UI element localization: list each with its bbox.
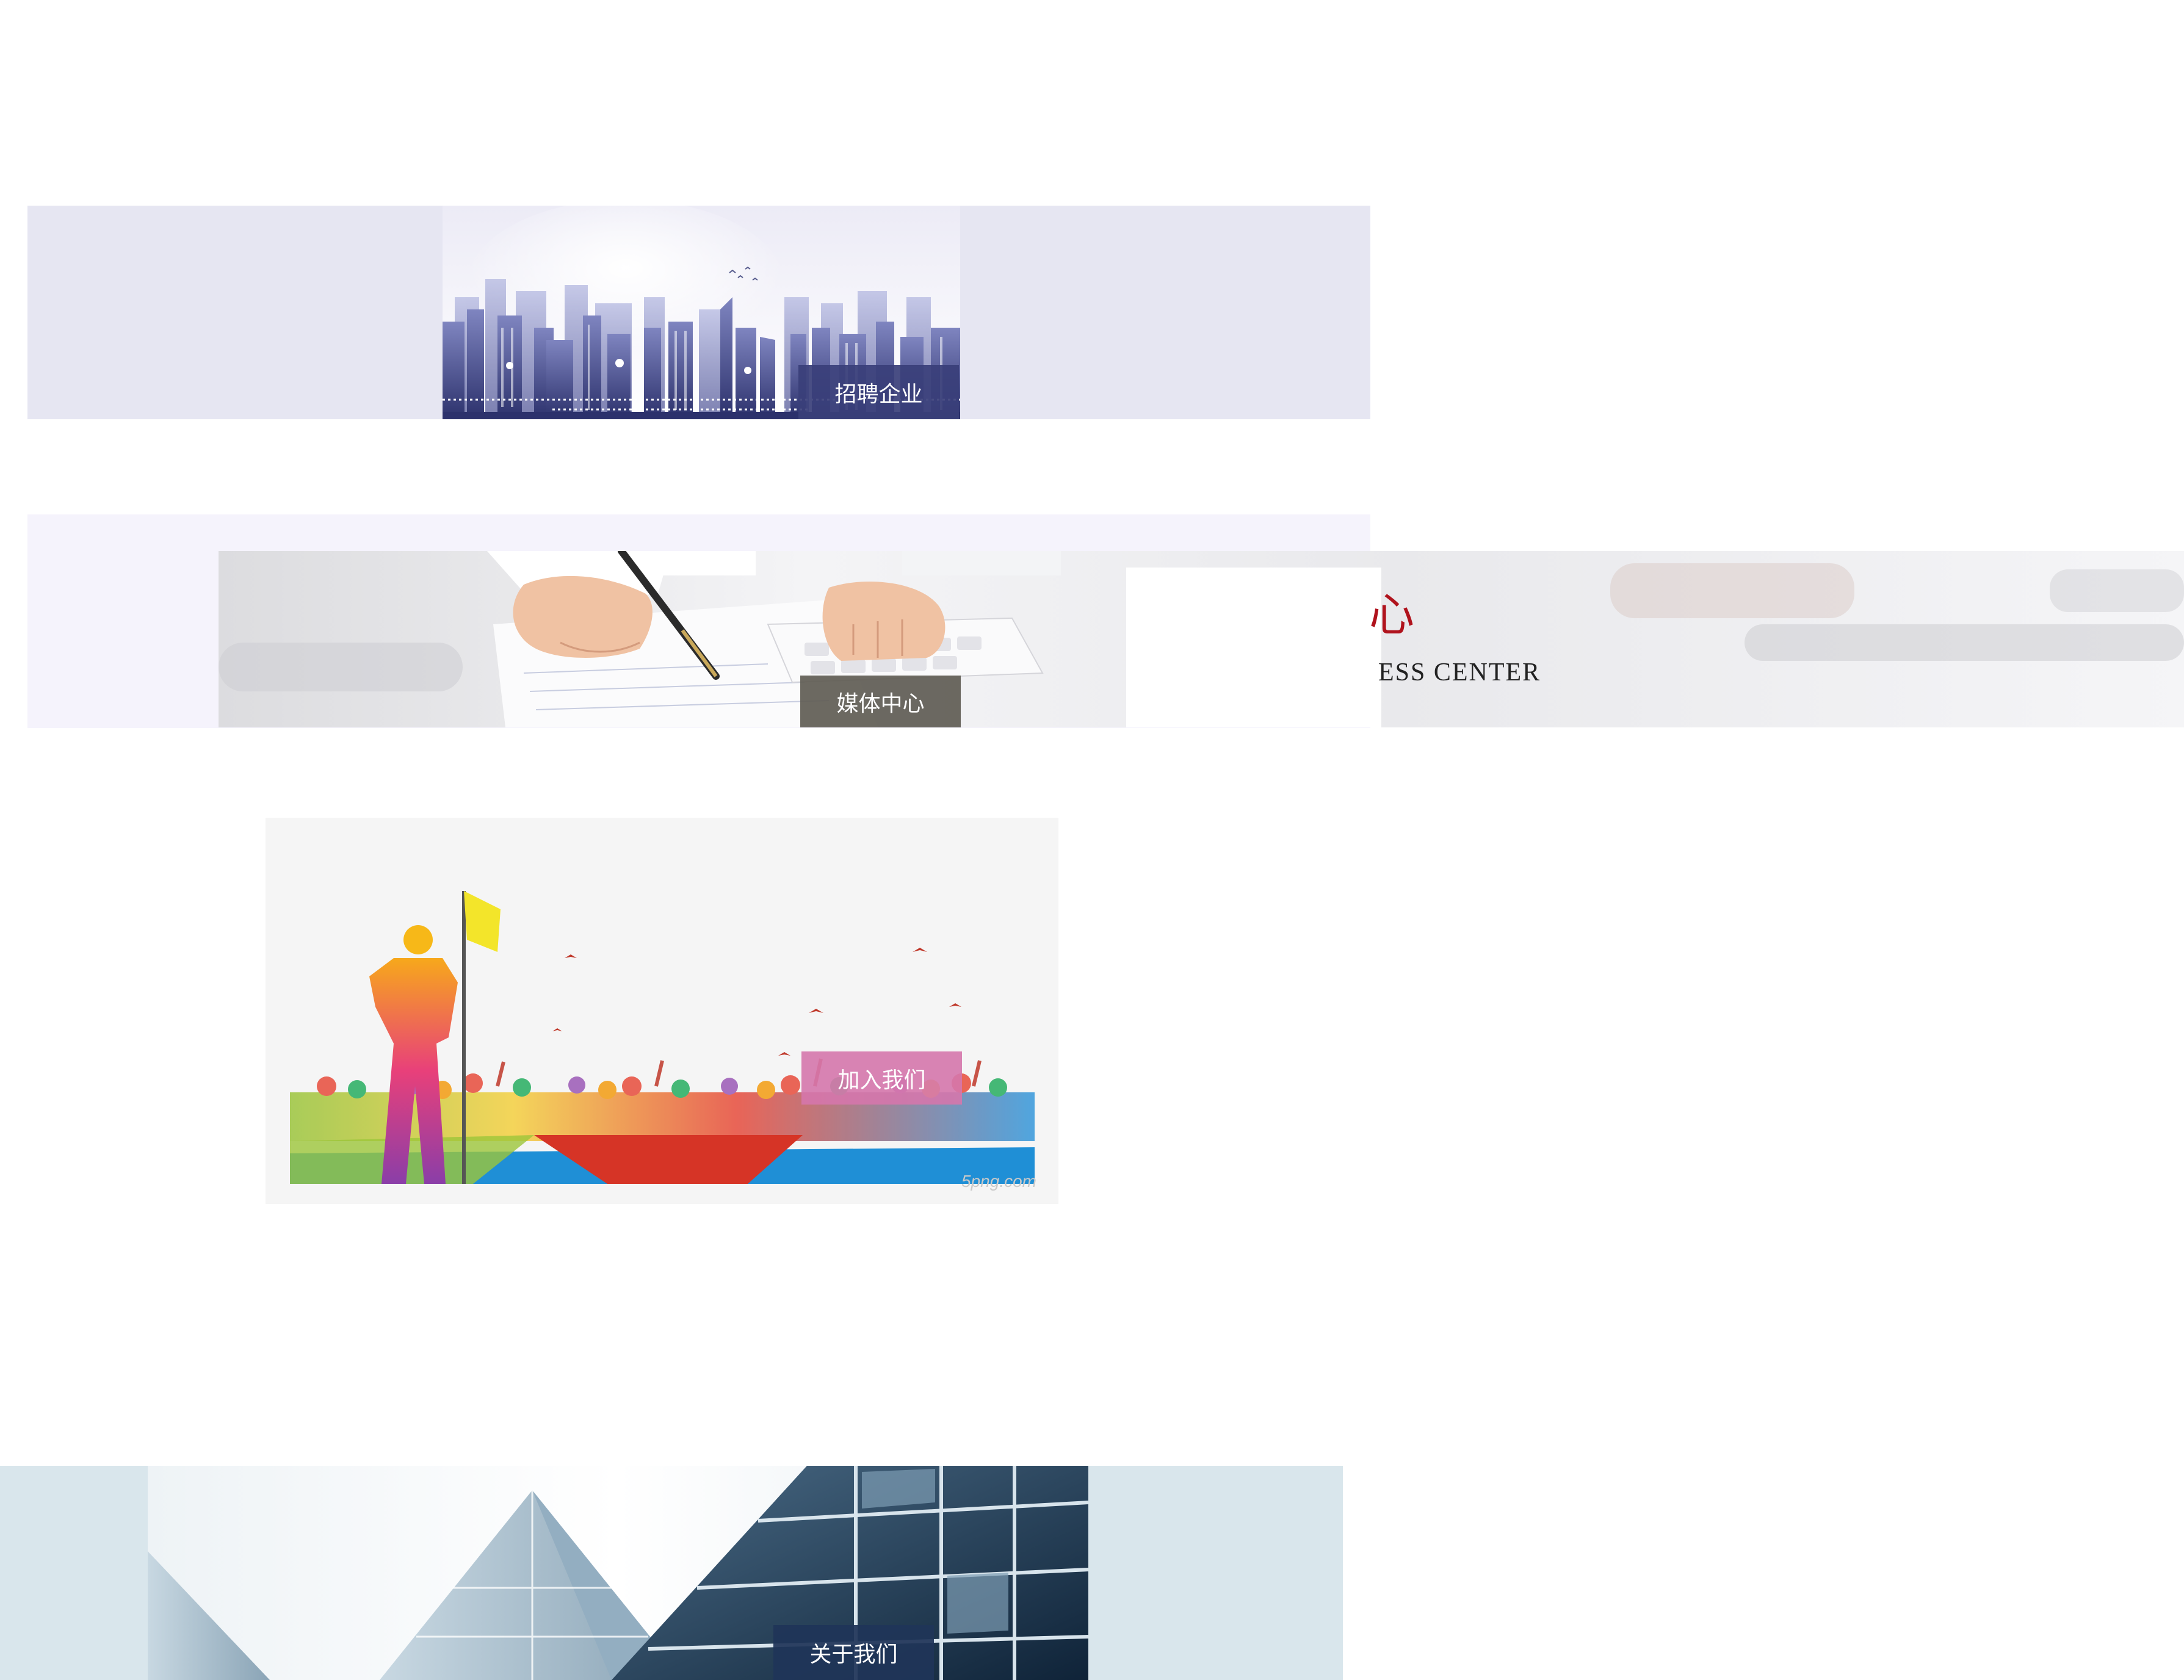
crowd-celebration-image [290,891,1035,1184]
media-title-red: 心 [1369,589,1414,641]
join-label[interactable]: 加入我们 [801,1051,962,1105]
recruit-banner[interactable]: 招聘企业 [27,206,1370,419]
about-banner[interactable]: 关于我们 [0,1466,1343,1680]
glass-building-image [148,1466,1088,1680]
media-title-box [1126,568,1381,727]
media-banner[interactable]: 心 ESS CENTER 媒体中心 [219,551,2184,727]
media-title-english: ESS CENTER [1378,658,1541,687]
join-banner[interactable]: 5png.com 加入我们 [266,818,1058,1204]
media-label[interactable]: 媒体中心 [800,676,961,727]
watermark-text: 5png.com [961,1172,1036,1191]
recruit-label[interactable]: 招聘企业 [798,365,959,419]
about-label[interactable]: 关于我们 [773,1625,934,1680]
